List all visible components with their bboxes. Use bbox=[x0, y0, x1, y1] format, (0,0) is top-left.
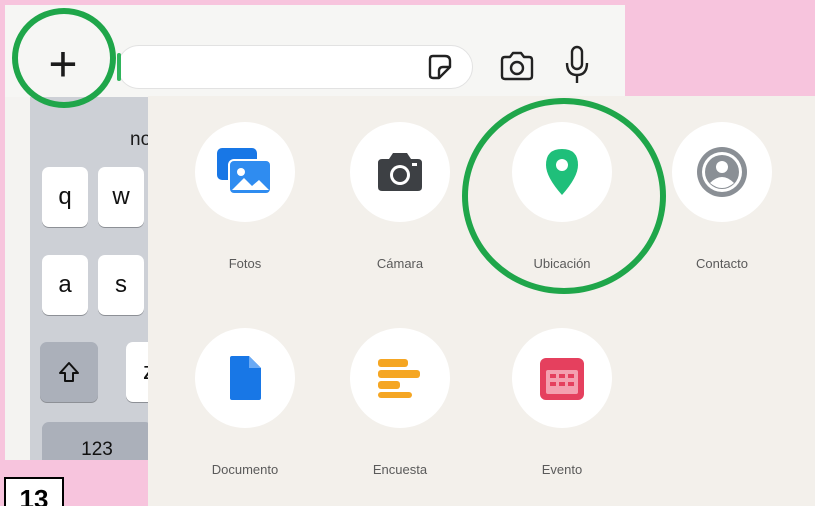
key-label: 123 bbox=[81, 439, 113, 460]
key-w[interactable]: w bbox=[98, 167, 144, 227]
camera-icon bbox=[378, 153, 422, 191]
plus-highlight-ring bbox=[12, 8, 116, 108]
camera-icon[interactable] bbox=[499, 51, 535, 81]
key-label: w bbox=[112, 183, 130, 210]
key-label: a bbox=[58, 271, 72, 298]
photos-icon bbox=[217, 148, 272, 195]
option-circle bbox=[350, 122, 450, 222]
key-q[interactable]: q bbox=[42, 167, 88, 227]
key-s[interactable]: s bbox=[98, 255, 144, 315]
option-circle bbox=[350, 328, 450, 428]
key-label: s bbox=[115, 271, 127, 298]
attach-option-contacto[interactable]: Contacto bbox=[662, 122, 782, 271]
step-number-badge: 13 bbox=[4, 477, 64, 506]
key-a[interactable]: a bbox=[42, 255, 88, 315]
contact-icon bbox=[697, 147, 747, 197]
option-circle bbox=[512, 328, 612, 428]
microphone-icon[interactable] bbox=[563, 45, 591, 85]
option-label: Documento bbox=[211, 462, 279, 477]
numbers-key[interactable]: 123 bbox=[42, 422, 152, 460]
attach-option-documento[interactable]: Documento bbox=[185, 328, 305, 477]
option-circle bbox=[195, 122, 295, 222]
shift-key[interactable] bbox=[40, 342, 98, 402]
attach-option-fotos[interactable]: Fotos bbox=[185, 122, 305, 271]
key-label: q bbox=[58, 183, 72, 210]
option-label: Fotos bbox=[228, 256, 262, 271]
document-icon bbox=[230, 356, 261, 400]
attach-option-evento[interactable]: Evento bbox=[502, 328, 622, 477]
calendar-icon bbox=[540, 358, 584, 400]
option-circle bbox=[195, 328, 295, 428]
option-label: Contacto bbox=[695, 256, 749, 271]
text-cursor bbox=[117, 53, 121, 81]
option-circle bbox=[672, 122, 772, 222]
poll-icon bbox=[378, 359, 420, 398]
option-label: Evento bbox=[541, 462, 583, 477]
attach-option-camara[interactable]: Cámara bbox=[340, 122, 460, 271]
location-highlight-ring bbox=[462, 98, 666, 294]
option-label: Cámara bbox=[376, 256, 424, 271]
option-label: Encuesta bbox=[372, 462, 428, 477]
message-input[interactable] bbox=[117, 45, 473, 89]
attach-option-encuesta[interactable]: Encuesta bbox=[340, 328, 460, 477]
sticker-icon[interactable] bbox=[425, 53, 453, 81]
shift-icon bbox=[59, 362, 79, 382]
